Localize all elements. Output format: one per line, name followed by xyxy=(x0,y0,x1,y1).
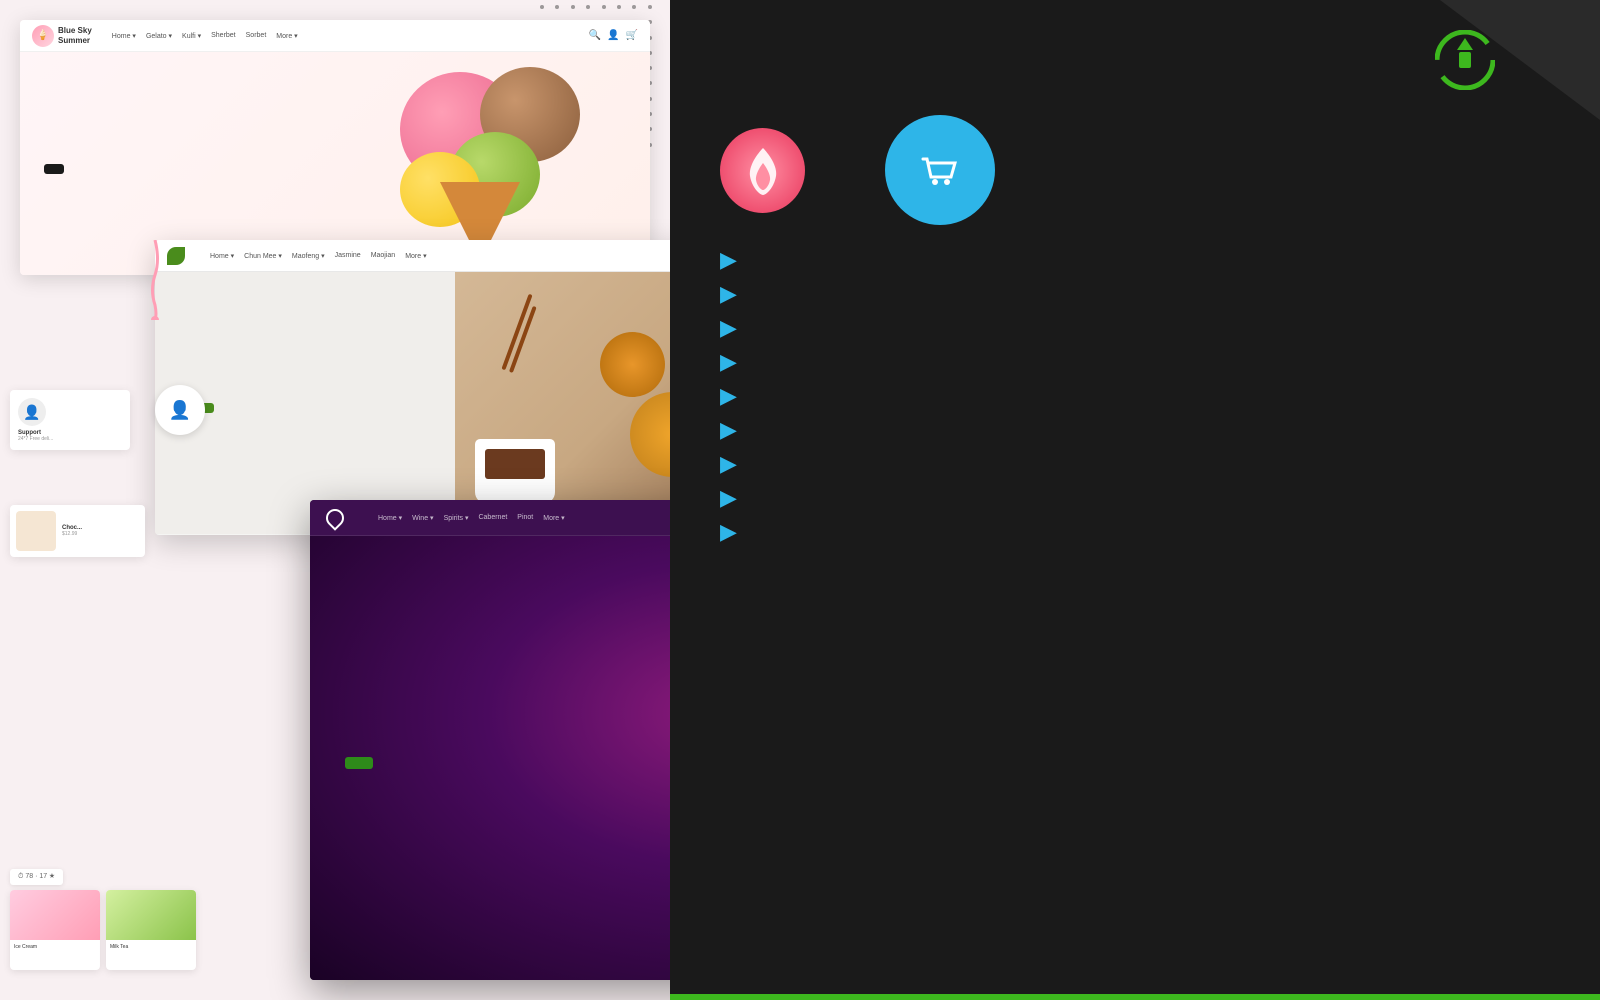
small-card-image-1 xyxy=(10,890,100,940)
feature-arrow-5: ▶ xyxy=(720,419,737,441)
feature-arrow-7: ▶ xyxy=(720,487,737,509)
support-subtext: 24*7 Free deli... xyxy=(18,436,122,442)
shopping-cart-icon xyxy=(885,115,995,225)
sc1-nav-icons: 🔍👤🛒 xyxy=(589,30,638,41)
orange-slice-2 xyxy=(630,392,670,477)
feature-item-8: ▶ xyxy=(720,517,1550,547)
feature-arrow-8: ▶ xyxy=(720,521,737,543)
feature-item-7: ▶ xyxy=(720,483,1550,513)
support-avatar: 👤 xyxy=(18,398,46,426)
tb-logo xyxy=(1435,30,1495,90)
uptown-row xyxy=(720,115,1550,225)
feature-item-6: ▶ xyxy=(720,449,1550,479)
sc3-logo-icon xyxy=(322,505,347,530)
tb-logo-icon xyxy=(1435,30,1495,90)
small-card-label-1: Ice Cream xyxy=(10,940,100,954)
sc3-hero xyxy=(310,536,670,980)
small-card-label-2: Milk Tea xyxy=(106,940,196,954)
coffee-liquid xyxy=(485,449,545,479)
feature-arrow-3: ▶ xyxy=(720,351,737,373)
sc1-cta[interactable] xyxy=(44,164,64,174)
coffee-cup xyxy=(475,439,555,504)
screenshot-wine: Home ▾ Wine ▾ Spirits ▾ Cabernet Pinot M… xyxy=(310,500,670,980)
uptown-logo-circle xyxy=(720,128,805,213)
sc1-logo-text: Blue SkySummer xyxy=(58,26,92,45)
pink-drip-decoration xyxy=(135,240,175,320)
sc2-coffee-visual xyxy=(455,272,670,534)
small-card-1: Ice Cream xyxy=(10,890,100,970)
features-list: ▶ ▶ ▶ ▶ ▶ ▶ ▶ ▶ xyxy=(720,245,1550,547)
feature-item-0: ▶ xyxy=(720,245,1550,275)
product-card: Choc... $12.99 xyxy=(10,505,145,557)
feature-item-2: ▶ xyxy=(720,313,1550,343)
screenshot-ice-cream: 🍦 Blue SkySummer Home ▾ Gelato ▾ Kulfi ▾… xyxy=(20,20,650,275)
small-card-2: Milk Tea xyxy=(106,890,196,970)
feature-item-1: ▶ xyxy=(720,279,1550,309)
product-price: $12.99 xyxy=(62,531,82,537)
sc1-hero-text xyxy=(44,149,64,179)
sc3-cta[interactable] xyxy=(345,757,373,769)
user-badge-overlay: 👤 xyxy=(155,385,205,435)
left-panel: const dotPattern = document.querySelecto… xyxy=(0,0,670,1000)
sc1-logo: 🍦 Blue SkySummer xyxy=(32,25,92,47)
support-card: 👤 Support 24*7 Free deli... xyxy=(10,390,130,450)
right-panel: ▶ ▶ ▶ ▶ ▶ ▶ ▶ ▶ xyxy=(670,0,1600,1000)
sc1-nav-links: Home ▾ Gelato ▾ Kulfi ▾ Sherbet Sorbet M… xyxy=(112,32,298,40)
feature-arrow-4: ▶ xyxy=(720,385,737,407)
sc3-hero-text xyxy=(345,742,373,774)
ice-cream-image xyxy=(370,52,630,272)
orange-slice-3 xyxy=(600,332,665,397)
feature-arrow-1: ▶ xyxy=(720,283,737,305)
sc2-hero xyxy=(155,272,670,534)
product-image xyxy=(16,511,56,551)
sc1-navbar: 🍦 Blue SkySummer Home ▾ Gelato ▾ Kulfi ▾… xyxy=(20,20,650,52)
cinnamon-sticks xyxy=(501,294,532,371)
sc3-nav-links: Home ▾ Wine ▾ Spirits ▾ Cabernet Pinot M… xyxy=(378,514,565,522)
green-accent-bar xyxy=(670,994,1600,1000)
feature-arrow-6: ▶ xyxy=(720,453,737,475)
feature-item-4: ▶ xyxy=(720,381,1550,411)
small-card-image-2 xyxy=(106,890,196,940)
sc3-logo xyxy=(326,509,358,527)
feature-arrow-2: ▶ xyxy=(720,317,737,339)
screenshot-tea: Home ▾ Chun Mee ▾ Maofeng ▾ Jasmine Maoj… xyxy=(155,240,670,535)
cart-svg xyxy=(913,145,968,195)
sc3-navbar: Home ▾ Wine ▾ Spirits ▾ Cabernet Pinot M… xyxy=(310,500,670,536)
rating-bar: ⏱ 78 · 17 ★ xyxy=(10,869,63,885)
feature-item-5: ▶ xyxy=(720,415,1550,445)
sc1-logo-icon: 🍦 xyxy=(32,25,54,47)
flame-icon xyxy=(738,143,788,198)
sc2-navbar: Home ▾ Chun Mee ▾ Maofeng ▾ Jasmine Maoj… xyxy=(155,240,670,272)
wine-visual xyxy=(620,516,670,980)
template-bunch-header xyxy=(720,30,1550,90)
sc1-ice-cream-visual xyxy=(370,52,630,272)
feature-item-3: ▶ xyxy=(720,347,1550,377)
feature-arrow-0: ▶ xyxy=(720,249,737,271)
sc2-nav-links: Home ▾ Chun Mee ▾ Maofeng ▾ Jasmine Maoj… xyxy=(210,252,427,260)
bottom-cards: Ice Cream Milk Tea xyxy=(10,890,196,970)
